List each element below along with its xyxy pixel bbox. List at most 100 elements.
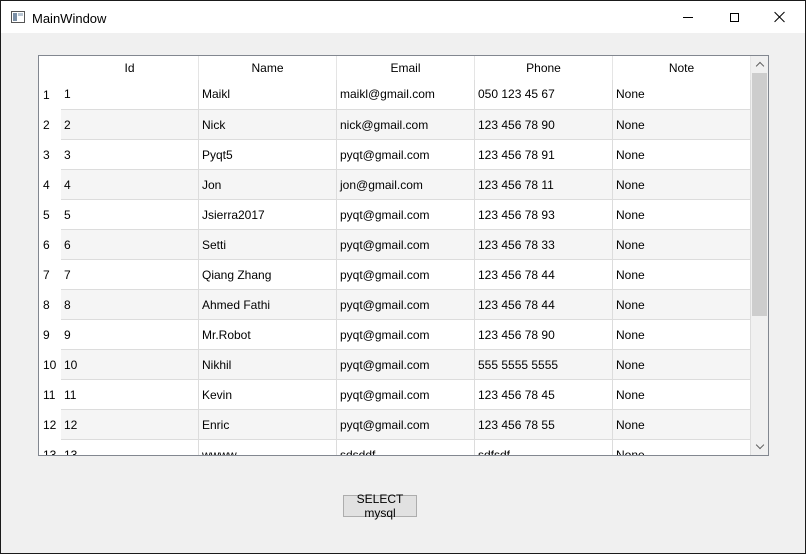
cell-id[interactable]: 11 [61, 380, 199, 410]
row-header[interactable]: 5 [39, 200, 61, 230]
cell-note[interactable]: None [613, 170, 751, 200]
table-row[interactable]: 7 7 Qiang Zhang pyqt@gmail.com 123 456 78 44… [39, 260, 751, 290]
cell-phone[interactable]: sdfsdf [475, 440, 613, 455]
cell-id[interactable]: 4 [61, 170, 199, 200]
title-bar[interactable]: MainWindow [1, 1, 805, 33]
data-table[interactable]: Id Name Email Phone Note 1 1 Maikl maikl@gmail.… [38, 55, 769, 456]
cell-name[interactable]: Nick [199, 110, 337, 140]
row-header[interactable]: 12 [39, 410, 61, 440]
cell-name[interactable]: Setti [199, 230, 337, 260]
cell-phone[interactable]: 123 456 78 93 [475, 200, 613, 230]
cell-email[interactable]: pyqt@gmail.com [337, 230, 475, 260]
cell-name[interactable]: Enric [199, 410, 337, 440]
cell-id[interactable]: 6 [61, 230, 199, 260]
cell-email[interactable]: maikl@gmail.com [337, 80, 475, 110]
table-row[interactable]: 11 11 Kevin pyqt@gmail.com 123 456 78 45 None [39, 380, 751, 410]
close-button[interactable] [757, 2, 803, 32]
cell-note[interactable]: None [613, 440, 751, 455]
cell-phone[interactable]: 123 456 78 33 [475, 230, 613, 260]
cell-note[interactable]: None [613, 200, 751, 230]
cell-phone[interactable]: 123 456 78 44 [475, 290, 613, 320]
vertical-scrollbar[interactable] [751, 56, 768, 455]
cell-name[interactable]: wwww [199, 440, 337, 455]
cell-email[interactable]: nick@gmail.com [337, 110, 475, 140]
cell-name[interactable]: Maikl [199, 80, 337, 110]
column-header-note[interactable]: Note [613, 56, 751, 80]
cell-note[interactable]: None [613, 80, 751, 110]
table-row[interactable]: 3 3 Pyqt5 pyqt@gmail.com 123 456 78 91 None [39, 140, 751, 170]
cell-email[interactable]: pyqt@gmail.com [337, 410, 475, 440]
cell-phone[interactable]: 123 456 78 90 [475, 320, 613, 350]
cell-phone[interactable]: 123 456 78 90 [475, 110, 613, 140]
cell-email[interactable]: sdsddf [337, 440, 475, 455]
scrollbar-thumb[interactable] [752, 73, 767, 316]
cell-id[interactable]: 13 [61, 440, 199, 455]
cell-note[interactable]: None [613, 110, 751, 140]
cell-note[interactable]: None [613, 350, 751, 380]
column-header-name[interactable]: Name [199, 56, 337, 80]
table-corner-button[interactable] [39, 56, 61, 80]
cell-phone[interactable]: 123 456 78 11 [475, 170, 613, 200]
row-header[interactable]: 8 [39, 290, 61, 320]
cell-note[interactable]: None [613, 380, 751, 410]
table-row[interactable]: 4 4 Jon jon@gmail.com 123 456 78 11 None [39, 170, 751, 200]
table-row[interactable]: 13 13 wwww sdsddf sdfsdf None [39, 440, 751, 455]
cell-note[interactable]: None [613, 320, 751, 350]
table-row[interactable]: 12 12 Enric pyqt@gmail.com 123 456 78 55 None [39, 410, 751, 440]
cell-email[interactable]: pyqt@gmail.com [337, 350, 475, 380]
cell-email[interactable]: jon@gmail.com [337, 170, 475, 200]
cell-email[interactable]: pyqt@gmail.com [337, 290, 475, 320]
cell-note[interactable]: None [613, 290, 751, 320]
minimize-button[interactable] [665, 2, 711, 32]
row-header[interactable]: 7 [39, 260, 61, 290]
column-header-email[interactable]: Email [337, 56, 475, 80]
cell-name[interactable]: Kevin [199, 380, 337, 410]
row-header[interactable]: 13 [39, 440, 61, 455]
cell-id[interactable]: 10 [61, 350, 199, 380]
cell-name[interactable]: Jon [199, 170, 337, 200]
cell-phone[interactable]: 123 456 78 44 [475, 260, 613, 290]
scroll-down-button[interactable] [751, 438, 768, 455]
table-viewport[interactable]: 1 1 Maikl maikl@gmail.com 050 123 45 67 None 2… [39, 80, 751, 455]
cell-id[interactable]: 1 [61, 80, 199, 110]
table-row[interactable]: 1 1 Maikl maikl@gmail.com 050 123 45 67 None [39, 80, 751, 110]
row-header[interactable]: 2 [39, 110, 61, 140]
cell-id[interactable]: 7 [61, 260, 199, 290]
cell-id[interactable]: 3 [61, 140, 199, 170]
cell-id[interactable]: 12 [61, 410, 199, 440]
cell-id[interactable]: 2 [61, 110, 199, 140]
cell-note[interactable]: None [613, 260, 751, 290]
row-header[interactable]: 9 [39, 320, 61, 350]
table-row[interactable]: 9 9 Mr.Robot pyqt@gmail.com 123 456 78 90 Non… [39, 320, 751, 350]
cell-name[interactable]: Ahmed Fathi [199, 290, 337, 320]
table-row[interactable]: 5 5 Jsierra2017 pyqt@gmail.com 123 456 78 93… [39, 200, 751, 230]
cell-name[interactable]: Jsierra2017 [199, 200, 337, 230]
table-row[interactable]: 10 10 Nikhil pyqt@gmail.com 555 5555 5555 Non… [39, 350, 751, 380]
column-header-id[interactable]: Id [61, 56, 199, 80]
row-header[interactable]: 11 [39, 380, 61, 410]
cell-note[interactable]: None [613, 410, 751, 440]
cell-phone[interactable]: 050 123 45 67 [475, 80, 613, 110]
cell-email[interactable]: pyqt@gmail.com [337, 200, 475, 230]
row-header[interactable]: 10 [39, 350, 61, 380]
select-mysql-button[interactable]: SELECT mysql [343, 492, 417, 520]
table-row[interactable]: 8 8 Ahmed Fathi pyqt@gmail.com 123 456 78 44… [39, 290, 751, 320]
cell-note[interactable]: None [613, 230, 751, 260]
row-header[interactable]: 6 [39, 230, 61, 260]
row-header[interactable]: 4 [39, 170, 61, 200]
cell-email[interactable]: pyqt@gmail.com [337, 380, 475, 410]
cell-name[interactable]: Pyqt5 [199, 140, 337, 170]
cell-email[interactable]: pyqt@gmail.com [337, 320, 475, 350]
cell-note[interactable]: None [613, 140, 751, 170]
row-header[interactable]: 3 [39, 140, 61, 170]
cell-id[interactable]: 9 [61, 320, 199, 350]
cell-phone[interactable]: 555 5555 5555 [475, 350, 613, 380]
cell-name[interactable]: Qiang Zhang [199, 260, 337, 290]
cell-name[interactable]: Nikhil [199, 350, 337, 380]
maximize-button[interactable] [711, 2, 757, 32]
cell-name[interactable]: Mr.Robot [199, 320, 337, 350]
cell-phone[interactable]: 123 456 78 55 [475, 410, 613, 440]
row-header[interactable]: 1 [39, 80, 61, 110]
cell-email[interactable]: pyqt@gmail.com [337, 140, 475, 170]
table-row[interactable]: 2 2 Nick nick@gmail.com 123 456 78 90 None [39, 110, 751, 140]
